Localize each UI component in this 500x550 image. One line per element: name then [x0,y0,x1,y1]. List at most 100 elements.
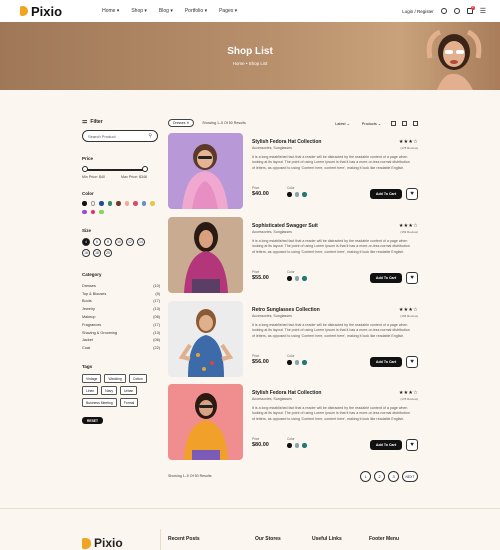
size-option[interactable]: 12 [126,238,134,246]
color-dot-teal[interactable] [302,192,307,197]
size-option[interactable]: 8 [104,238,112,246]
wishlist-heart-icon[interactable]: ♥ [406,188,418,200]
add-to-cart-button[interactable]: Add To Cart [370,440,402,450]
color-swatch[interactable] [116,201,121,206]
page-1-button[interactable]: 1 [360,471,371,482]
color-dot-teal[interactable] [302,443,307,448]
product-card[interactable]: Retro Sunglasses Collection Accessories,… [168,301,418,377]
color-swatch[interactable] [82,209,87,214]
nav-pages[interactable]: Pages ▾ [219,8,237,14]
max-price-handle[interactable] [142,166,148,172]
nav-shop[interactable]: Shop ▾ [131,8,147,14]
category-item[interactable]: Shaving & Grooming (13) [82,329,160,337]
search-product-input[interactable]: Search Product ⚲ [82,130,158,142]
size-option[interactable]: 20 [104,249,112,257]
category-item[interactable]: Dresses (10) [82,282,160,290]
size-option[interactable]: 18 [93,249,101,257]
color-swatch[interactable] [90,201,95,206]
nav-blog[interactable]: Blog ▾ [159,8,173,14]
product-name[interactable]: Sophisticated Swagger Suit [252,223,318,229]
search-icon[interactable]: ⚲ [148,133,152,139]
color-swatch[interactable] [107,201,112,206]
tag-item[interactable]: Linen [82,386,99,396]
menu-icon[interactable]: ☰ [480,8,486,15]
tag-item[interactable]: Cotton [128,374,147,384]
color-dot-black[interactable] [287,276,292,281]
product-image[interactable] [168,384,243,460]
min-price-handle[interactable] [82,166,88,172]
size-option[interactable]: 16 [82,249,90,257]
nav-home[interactable]: Home ▾ [102,8,119,14]
search-icon[interactable] [440,8,447,14]
color-swatch[interactable] [99,209,104,214]
size-option[interactable]: 6 [93,238,101,246]
color-dot-teal[interactable] [302,360,307,365]
product-image[interactable] [168,217,243,293]
category-item[interactable]: Jewelry (13) [82,305,160,313]
color-swatch[interactable] [99,201,104,206]
color-swatch[interactable] [150,201,155,206]
login-register-link[interactable]: Login / Register [402,9,434,14]
breadcrumb[interactable]: Home • Shop List [0,61,500,66]
price-range-slider[interactable] [82,166,148,174]
tag-item[interactable]: Vintage [82,374,102,384]
list-view-icon[interactable] [391,120,396,126]
product-name[interactable]: Retro Sunglasses Collection [252,307,320,313]
color-dot-black[interactable] [287,192,292,197]
product-image[interactable] [168,301,243,377]
grid-view-icon[interactable] [402,120,407,126]
category-item[interactable]: Boots (17) [82,298,160,306]
color-dot-black[interactable] [287,443,292,448]
color-dot-black[interactable] [287,360,292,365]
color-dot-grey[interactable] [294,443,299,448]
color-swatch[interactable] [133,201,138,206]
product-name[interactable]: Stylish Fedora Hat Collection [252,390,321,396]
color-swatch[interactable] [90,209,95,214]
color-swatch[interactable] [141,201,146,206]
tag-item[interactable]: Formal [119,398,139,408]
product-card[interactable]: Stylish Fedora Hat Collection Accessorie… [168,133,418,209]
color-dot-teal[interactable] [302,276,307,281]
size-option[interactable]: 14 [137,238,145,246]
add-to-cart-button[interactable]: Add To Cart [370,189,402,199]
product-card[interactable]: Stylish Fedora Hat Collection Accessorie… [168,384,418,460]
tag-item[interactable]: Business Meeting [82,398,117,408]
color-dot-grey[interactable] [294,276,299,281]
nav-portfolio[interactable]: Portfolio ▾ [185,8,207,14]
product-image[interactable] [168,133,243,209]
page-2-button[interactable]: 2 [374,471,385,482]
next-page-button[interactable]: NEXT [402,471,418,482]
tag-item[interactable]: Urban [120,386,138,396]
category-item[interactable]: Top & Blouses (5) [82,290,160,298]
page-3-button[interactable]: 3 [388,471,399,482]
color-swatch[interactable] [124,201,129,206]
add-to-cart-button[interactable]: Add To Cart [370,273,402,283]
wishlist-heart-icon[interactable]: ♥ [406,356,418,368]
heart-icon[interactable] [453,8,460,14]
size-option[interactable]: 10 [115,238,123,246]
sort-select[interactable]: Latest ⌄ [335,121,350,126]
cart-icon[interactable]: 0 [466,6,475,14]
grid-dense-view-icon[interactable] [413,120,418,126]
footer-logo[interactable]: Pixio [82,536,123,550]
site-logo[interactable]: Pixio [20,4,62,19]
category-item[interactable]: Fragrances (17) [82,321,160,329]
products-per-page-select[interactable]: Products ⌄ [362,121,381,126]
tag-item[interactable]: Wedding [104,374,126,384]
add-to-cart-button[interactable]: Add To Cart [370,357,402,367]
category-item[interactable]: Jacket (06) [82,337,160,345]
color-dot-grey[interactable] [294,192,299,197]
tag-item[interactable]: Navy [101,386,118,396]
color-dot-grey[interactable] [294,360,299,365]
product-card[interactable]: Sophisticated Swagger Suit Accessories, … [168,217,418,293]
wishlist-heart-icon[interactable]: ♥ [406,272,418,284]
wishlist-heart-icon[interactable]: ♥ [406,439,418,451]
reset-button[interactable]: RESET [82,417,103,425]
product-name[interactable]: Stylish Fedora Hat Collection [252,139,321,145]
category-item[interactable]: Coat (22) [82,344,160,352]
color-swatch[interactable] [82,201,87,206]
category-item[interactable]: Makeup (06) [82,313,160,321]
review-count: (165 Review) [400,314,418,318]
active-filter-chip[interactable]: Dresses ✕ [168,119,195,127]
size-option[interactable]: 4 [82,238,90,246]
